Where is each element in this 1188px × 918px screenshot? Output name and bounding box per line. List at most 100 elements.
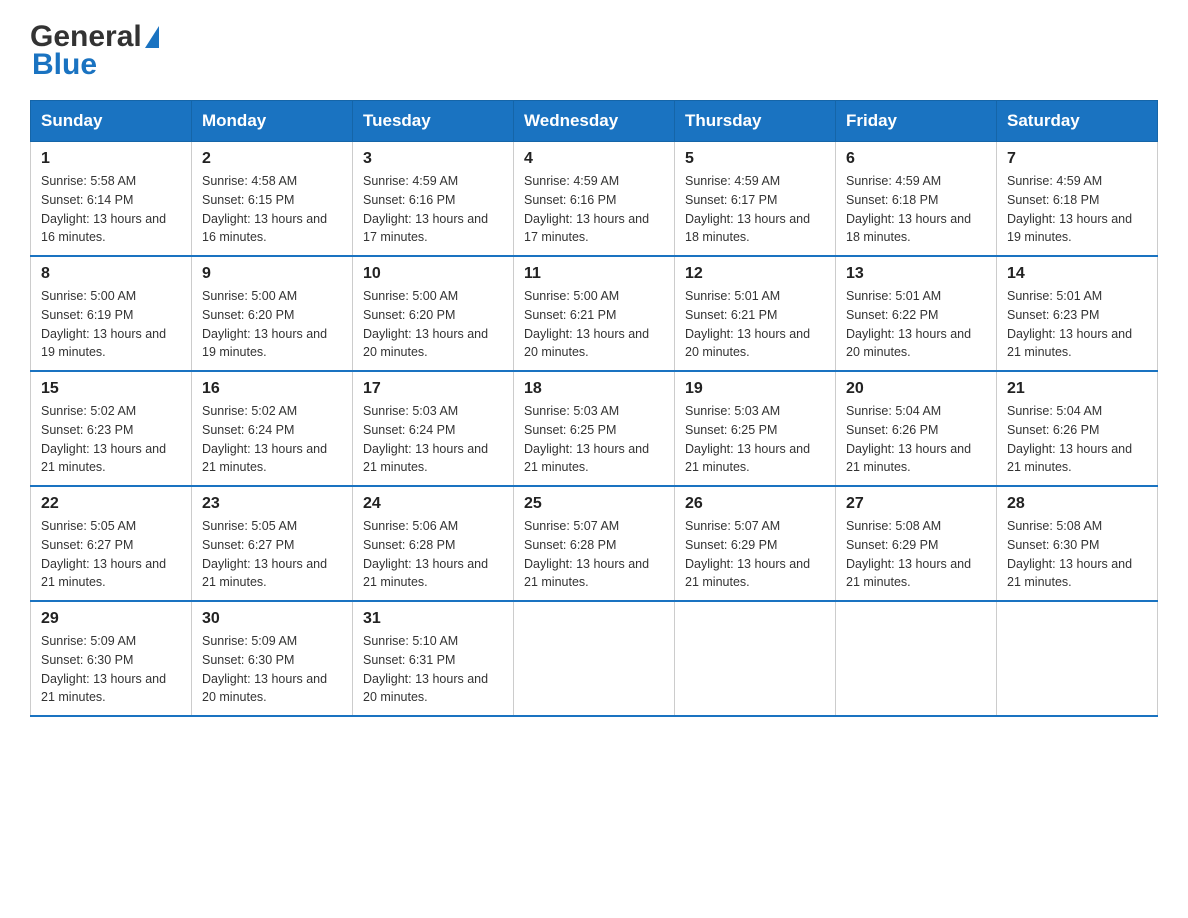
logo-blue-text: Blue	[32, 48, 159, 82]
calendar-cell: 1 Sunrise: 5:58 AM Sunset: 6:14 PM Dayli…	[31, 142, 192, 257]
calendar-week-4: 22 Sunrise: 5:05 AM Sunset: 6:27 PM Dayl…	[31, 486, 1158, 601]
calendar-cell: 6 Sunrise: 4:59 AM Sunset: 6:18 PM Dayli…	[836, 142, 997, 257]
calendar-cell: 15 Sunrise: 5:02 AM Sunset: 6:23 PM Dayl…	[31, 371, 192, 486]
day-info: Sunrise: 5:00 AM Sunset: 6:21 PM Dayligh…	[524, 287, 664, 362]
calendar-table: SundayMondayTuesdayWednesdayThursdayFrid…	[30, 100, 1158, 717]
weekday-header-thursday: Thursday	[675, 101, 836, 142]
day-number: 23	[202, 495, 342, 513]
day-number: 24	[363, 495, 503, 513]
day-info: Sunrise: 5:07 AM Sunset: 6:28 PM Dayligh…	[524, 517, 664, 592]
calendar-cell: 26 Sunrise: 5:07 AM Sunset: 6:29 PM Dayl…	[675, 486, 836, 601]
day-info: Sunrise: 4:59 AM Sunset: 6:16 PM Dayligh…	[363, 172, 503, 247]
day-number: 10	[363, 265, 503, 283]
calendar-cell: 14 Sunrise: 5:01 AM Sunset: 6:23 PM Dayl…	[997, 256, 1158, 371]
calendar-header: SundayMondayTuesdayWednesdayThursdayFrid…	[31, 101, 1158, 142]
day-info: Sunrise: 5:04 AM Sunset: 6:26 PM Dayligh…	[846, 402, 986, 477]
day-info: Sunrise: 5:03 AM Sunset: 6:25 PM Dayligh…	[685, 402, 825, 477]
day-number: 4	[524, 150, 664, 168]
weekday-header-row: SundayMondayTuesdayWednesdayThursdayFrid…	[31, 101, 1158, 142]
calendar-body: 1 Sunrise: 5:58 AM Sunset: 6:14 PM Dayli…	[31, 142, 1158, 717]
calendar-cell: 24 Sunrise: 5:06 AM Sunset: 6:28 PM Dayl…	[353, 486, 514, 601]
day-number: 17	[363, 380, 503, 398]
day-number: 18	[524, 380, 664, 398]
calendar-cell: 17 Sunrise: 5:03 AM Sunset: 6:24 PM Dayl…	[353, 371, 514, 486]
day-number: 25	[524, 495, 664, 513]
logo: General Blue	[30, 20, 159, 82]
calendar-cell: 19 Sunrise: 5:03 AM Sunset: 6:25 PM Dayl…	[675, 371, 836, 486]
day-number: 30	[202, 610, 342, 628]
day-number: 31	[363, 610, 503, 628]
day-number: 28	[1007, 495, 1147, 513]
calendar-cell: 31 Sunrise: 5:10 AM Sunset: 6:31 PM Dayl…	[353, 601, 514, 716]
day-info: Sunrise: 5:00 AM Sunset: 6:20 PM Dayligh…	[363, 287, 503, 362]
day-info: Sunrise: 4:59 AM Sunset: 6:18 PM Dayligh…	[846, 172, 986, 247]
day-info: Sunrise: 5:06 AM Sunset: 6:28 PM Dayligh…	[363, 517, 503, 592]
day-info: Sunrise: 5:08 AM Sunset: 6:29 PM Dayligh…	[846, 517, 986, 592]
day-number: 6	[846, 150, 986, 168]
calendar-week-1: 1 Sunrise: 5:58 AM Sunset: 6:14 PM Dayli…	[31, 142, 1158, 257]
day-info: Sunrise: 4:58 AM Sunset: 6:15 PM Dayligh…	[202, 172, 342, 247]
day-info: Sunrise: 5:04 AM Sunset: 6:26 PM Dayligh…	[1007, 402, 1147, 477]
day-info: Sunrise: 5:03 AM Sunset: 6:24 PM Dayligh…	[363, 402, 503, 477]
day-info: Sunrise: 5:09 AM Sunset: 6:30 PM Dayligh…	[41, 632, 181, 707]
calendar-cell: 4 Sunrise: 4:59 AM Sunset: 6:16 PM Dayli…	[514, 142, 675, 257]
day-number: 15	[41, 380, 181, 398]
calendar-cell: 11 Sunrise: 5:00 AM Sunset: 6:21 PM Dayl…	[514, 256, 675, 371]
day-info: Sunrise: 5:09 AM Sunset: 6:30 PM Dayligh…	[202, 632, 342, 707]
day-number: 21	[1007, 380, 1147, 398]
calendar-cell: 22 Sunrise: 5:05 AM Sunset: 6:27 PM Dayl…	[31, 486, 192, 601]
day-number: 22	[41, 495, 181, 513]
day-number: 5	[685, 150, 825, 168]
calendar-cell: 3 Sunrise: 4:59 AM Sunset: 6:16 PM Dayli…	[353, 142, 514, 257]
day-number: 1	[41, 150, 181, 168]
weekday-header-monday: Monday	[192, 101, 353, 142]
calendar-cell	[997, 601, 1158, 716]
logo-triangle-icon	[145, 26, 159, 48]
page-header: General Blue	[30, 20, 1158, 82]
calendar-cell: 29 Sunrise: 5:09 AM Sunset: 6:30 PM Dayl…	[31, 601, 192, 716]
calendar-cell: 2 Sunrise: 4:58 AM Sunset: 6:15 PM Dayli…	[192, 142, 353, 257]
weekday-header-friday: Friday	[836, 101, 997, 142]
weekday-header-tuesday: Tuesday	[353, 101, 514, 142]
day-info: Sunrise: 5:07 AM Sunset: 6:29 PM Dayligh…	[685, 517, 825, 592]
calendar-cell: 16 Sunrise: 5:02 AM Sunset: 6:24 PM Dayl…	[192, 371, 353, 486]
day-info: Sunrise: 4:59 AM Sunset: 6:16 PM Dayligh…	[524, 172, 664, 247]
day-info: Sunrise: 5:01 AM Sunset: 6:23 PM Dayligh…	[1007, 287, 1147, 362]
day-info: Sunrise: 5:01 AM Sunset: 6:21 PM Dayligh…	[685, 287, 825, 362]
calendar-cell: 8 Sunrise: 5:00 AM Sunset: 6:19 PM Dayli…	[31, 256, 192, 371]
calendar-cell	[514, 601, 675, 716]
day-number: 3	[363, 150, 503, 168]
day-number: 16	[202, 380, 342, 398]
calendar-week-5: 29 Sunrise: 5:09 AM Sunset: 6:30 PM Dayl…	[31, 601, 1158, 716]
day-number: 2	[202, 150, 342, 168]
calendar-cell: 27 Sunrise: 5:08 AM Sunset: 6:29 PM Dayl…	[836, 486, 997, 601]
day-number: 11	[524, 265, 664, 283]
day-number: 9	[202, 265, 342, 283]
day-info: Sunrise: 5:02 AM Sunset: 6:23 PM Dayligh…	[41, 402, 181, 477]
day-number: 12	[685, 265, 825, 283]
calendar-cell: 7 Sunrise: 4:59 AM Sunset: 6:18 PM Dayli…	[997, 142, 1158, 257]
day-number: 20	[846, 380, 986, 398]
day-number: 29	[41, 610, 181, 628]
weekday-header-sunday: Sunday	[31, 101, 192, 142]
day-info: Sunrise: 5:08 AM Sunset: 6:30 PM Dayligh…	[1007, 517, 1147, 592]
day-number: 8	[41, 265, 181, 283]
calendar-cell: 20 Sunrise: 5:04 AM Sunset: 6:26 PM Dayl…	[836, 371, 997, 486]
calendar-cell	[836, 601, 997, 716]
day-number: 19	[685, 380, 825, 398]
weekday-header-wednesday: Wednesday	[514, 101, 675, 142]
day-info: Sunrise: 5:00 AM Sunset: 6:19 PM Dayligh…	[41, 287, 181, 362]
day-info: Sunrise: 5:02 AM Sunset: 6:24 PM Dayligh…	[202, 402, 342, 477]
calendar-cell: 10 Sunrise: 5:00 AM Sunset: 6:20 PM Dayl…	[353, 256, 514, 371]
calendar-cell: 21 Sunrise: 5:04 AM Sunset: 6:26 PM Dayl…	[997, 371, 1158, 486]
calendar-cell: 25 Sunrise: 5:07 AM Sunset: 6:28 PM Dayl…	[514, 486, 675, 601]
calendar-cell: 12 Sunrise: 5:01 AM Sunset: 6:21 PM Dayl…	[675, 256, 836, 371]
calendar-week-2: 8 Sunrise: 5:00 AM Sunset: 6:19 PM Dayli…	[31, 256, 1158, 371]
day-number: 13	[846, 265, 986, 283]
calendar-cell	[675, 601, 836, 716]
calendar-cell: 28 Sunrise: 5:08 AM Sunset: 6:30 PM Dayl…	[997, 486, 1158, 601]
day-info: Sunrise: 5:03 AM Sunset: 6:25 PM Dayligh…	[524, 402, 664, 477]
day-info: Sunrise: 4:59 AM Sunset: 6:18 PM Dayligh…	[1007, 172, 1147, 247]
day-info: Sunrise: 5:58 AM Sunset: 6:14 PM Dayligh…	[41, 172, 181, 247]
day-info: Sunrise: 5:01 AM Sunset: 6:22 PM Dayligh…	[846, 287, 986, 362]
